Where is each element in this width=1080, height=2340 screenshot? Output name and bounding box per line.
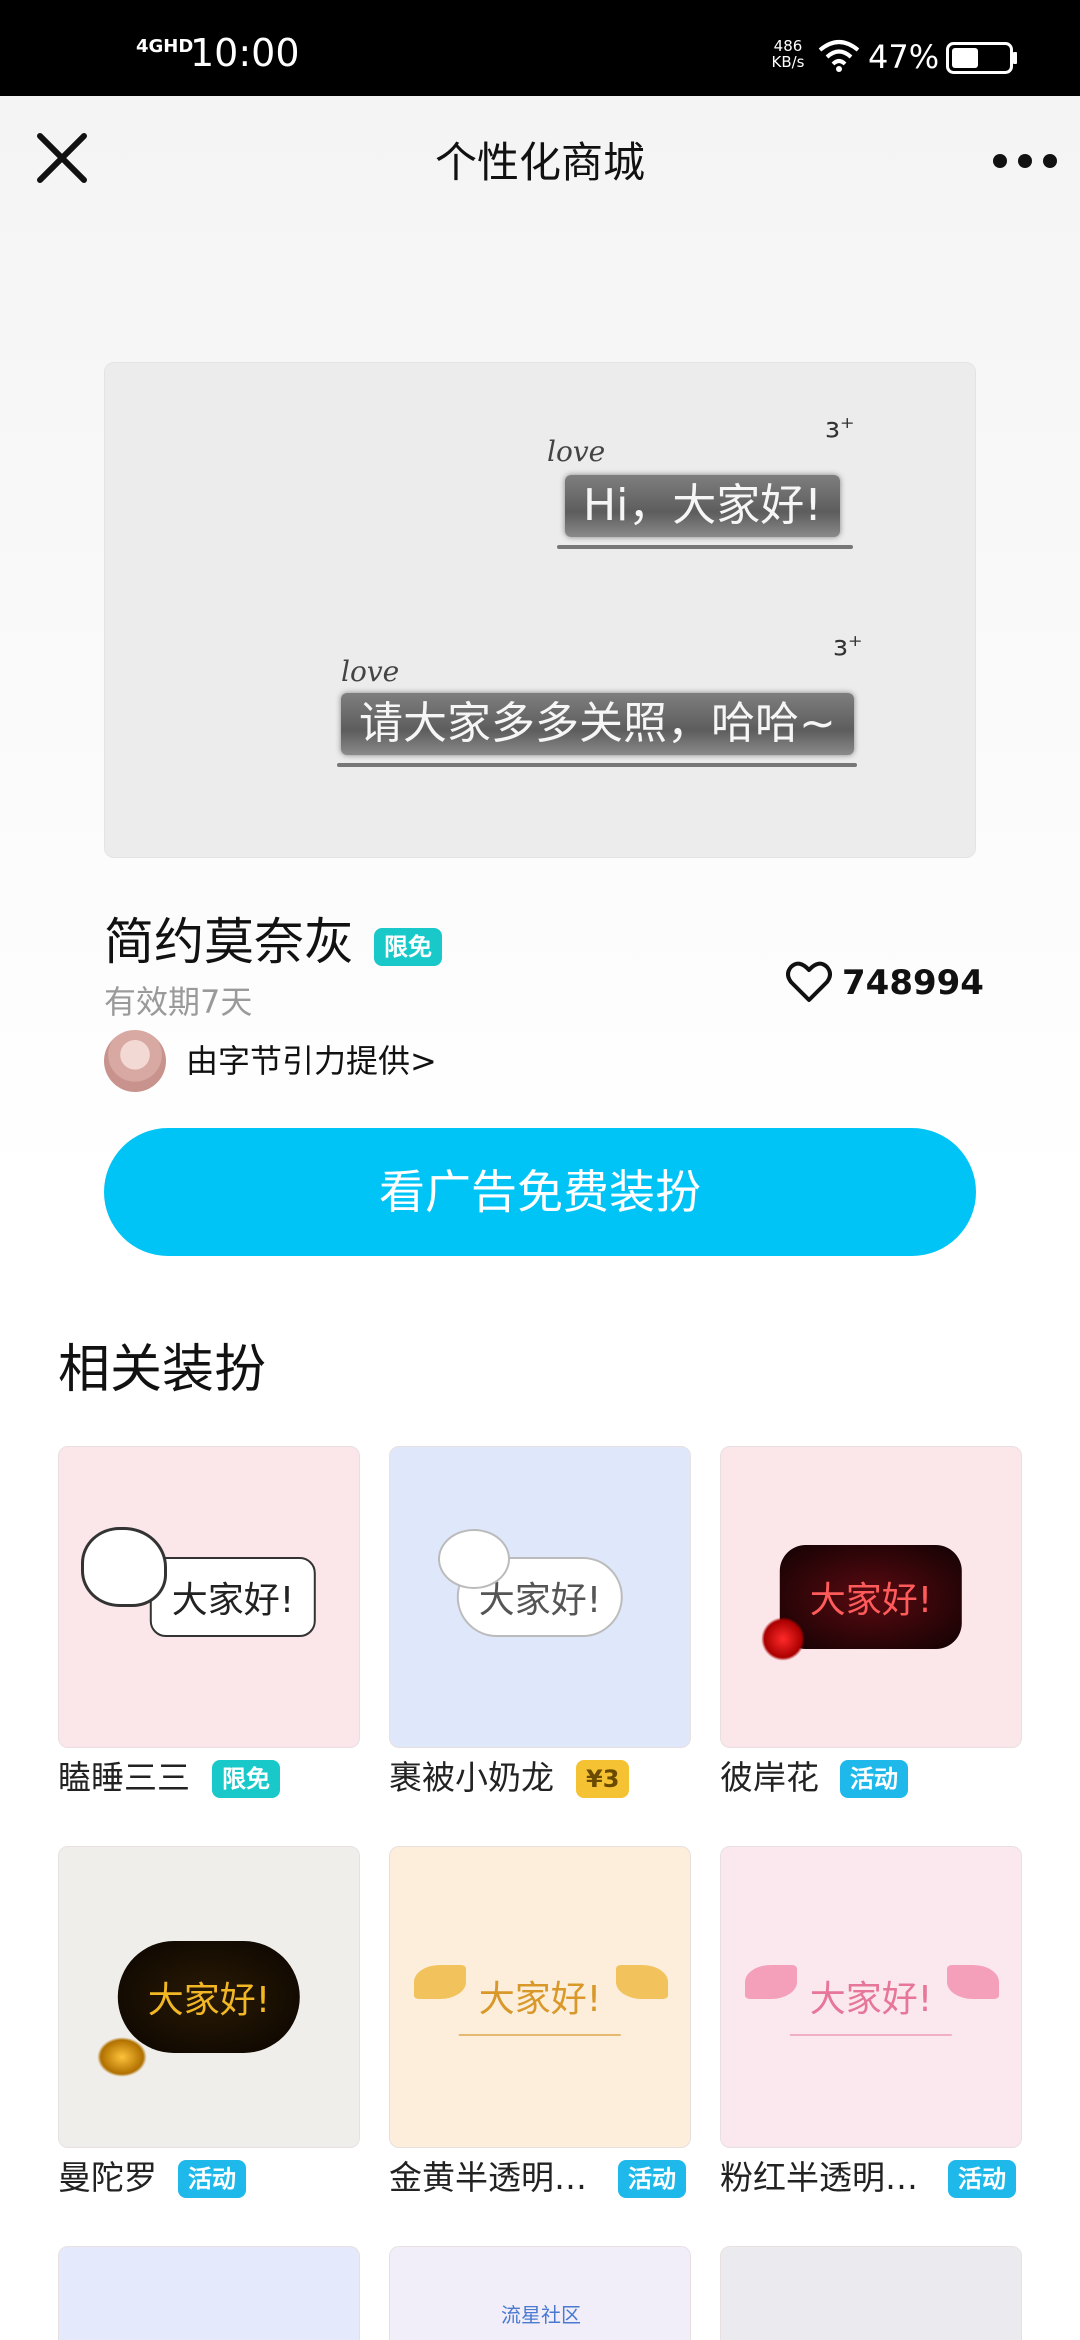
item-name: 简约莫奈灰 — [104, 913, 354, 971]
preview-bubble-right: Hi，大家好! — [565, 475, 840, 537]
card-label: 裹被小奶龙 — [389, 1758, 554, 1797]
more-icon[interactable] — [990, 136, 1060, 186]
page-title: 个性化商城 — [434, 138, 645, 187]
avatar — [104, 1030, 166, 1092]
validity-text: 有效期7天 — [104, 983, 253, 1021]
bubble-underline — [337, 763, 857, 767]
network-speed: 486 KB/s — [768, 38, 808, 70]
price-tag: ¥3 — [576, 1760, 630, 1798]
network-indicator: 4GHD — [136, 36, 194, 57]
card-bubble: 大家好! — [149, 1557, 317, 1637]
related-card[interactable]: 大家好! — [720, 1446, 1022, 1748]
sparkle-icon: ɜ⁺ — [825, 411, 855, 444]
flower-icon — [97, 2037, 147, 2077]
status-time: 10:00 — [190, 31, 300, 75]
related-card[interactable] — [720, 2246, 1022, 2340]
related-card[interactable]: 流星社区 — [389, 2246, 691, 2340]
speed-value: 486 — [773, 37, 803, 55]
related-card[interactable]: 大家好! — [58, 1846, 360, 2148]
bubble-underline — [557, 545, 853, 549]
wing-icon — [947, 1965, 999, 1999]
likes-count: 748994 — [842, 963, 984, 1003]
free-tag: 限免 — [212, 1760, 280, 1798]
heart-icon — [786, 961, 832, 1002]
card-label: 彼岸花 — [720, 1758, 819, 1797]
card-bubble: 大家好! — [458, 1958, 622, 2036]
card-label: 金黄半透明… — [389, 2158, 587, 2197]
love-decoration: love — [547, 435, 606, 468]
related-card[interactable]: 大家好! — [389, 1446, 691, 1748]
related-card[interactable]: 大家好! — [389, 1846, 691, 2148]
card-label: 粉红半透明… — [720, 2158, 918, 2197]
card-bubble: 大家好! — [779, 1545, 963, 1649]
battery-icon — [946, 42, 1017, 74]
bubble-preview: love ɜ⁺ Hi，大家好! love ɜ⁺ 请大家多多关照，哈哈~ — [104, 362, 976, 858]
related-card[interactable]: 大家好! — [58, 1446, 360, 1748]
card-bubble: 大家好! — [789, 1958, 953, 2036]
speed-unit: KB/s — [771, 53, 805, 71]
provider-link[interactable]: 由字节引力提供> — [104, 1030, 604, 1094]
top-bar: 个性化商城 — [0, 96, 1080, 236]
free-tag: 限免 — [374, 928, 442, 966]
card-label: 瞌睡三三 — [58, 1758, 190, 1797]
event-tag: 活动 — [840, 1760, 908, 1798]
event-tag: 活动 — [618, 2160, 686, 2198]
wing-icon — [414, 1965, 466, 1999]
battery-percent: 47% — [868, 38, 940, 76]
card-label: 曼陀罗 — [58, 2158, 157, 2197]
watch-ad-button[interactable]: 看广告免费装扮 — [104, 1128, 976, 1256]
provider-text: 由字节引力提供> — [186, 1042, 437, 1080]
preview-bubble-left: 请大家多多关照，哈哈~ — [341, 693, 854, 755]
dragon-icon — [438, 1529, 510, 1589]
love-decoration: love — [341, 655, 400, 688]
sheep-icon — [81, 1527, 167, 1607]
related-card[interactable]: 大家好! — [720, 1846, 1022, 2148]
wifi-icon — [818, 40, 860, 72]
section-title: 相关装扮 — [58, 1340, 267, 1400]
event-tag: 活动 — [178, 2160, 246, 2198]
card-partial-text: 流星社区 — [501, 2303, 581, 2327]
event-tag: 活动 — [948, 2160, 1016, 2198]
flower-icon — [761, 1617, 805, 1661]
wing-icon — [616, 1965, 668, 1999]
card-bubble: 大家好! — [117, 1941, 301, 2053]
sparkle-icon: ɜ⁺ — [833, 629, 863, 662]
wing-icon — [745, 1965, 797, 1999]
related-card[interactable] — [58, 2246, 360, 2340]
status-bar: 4GHD 10:00 486 KB/s 47% — [0, 0, 1080, 96]
